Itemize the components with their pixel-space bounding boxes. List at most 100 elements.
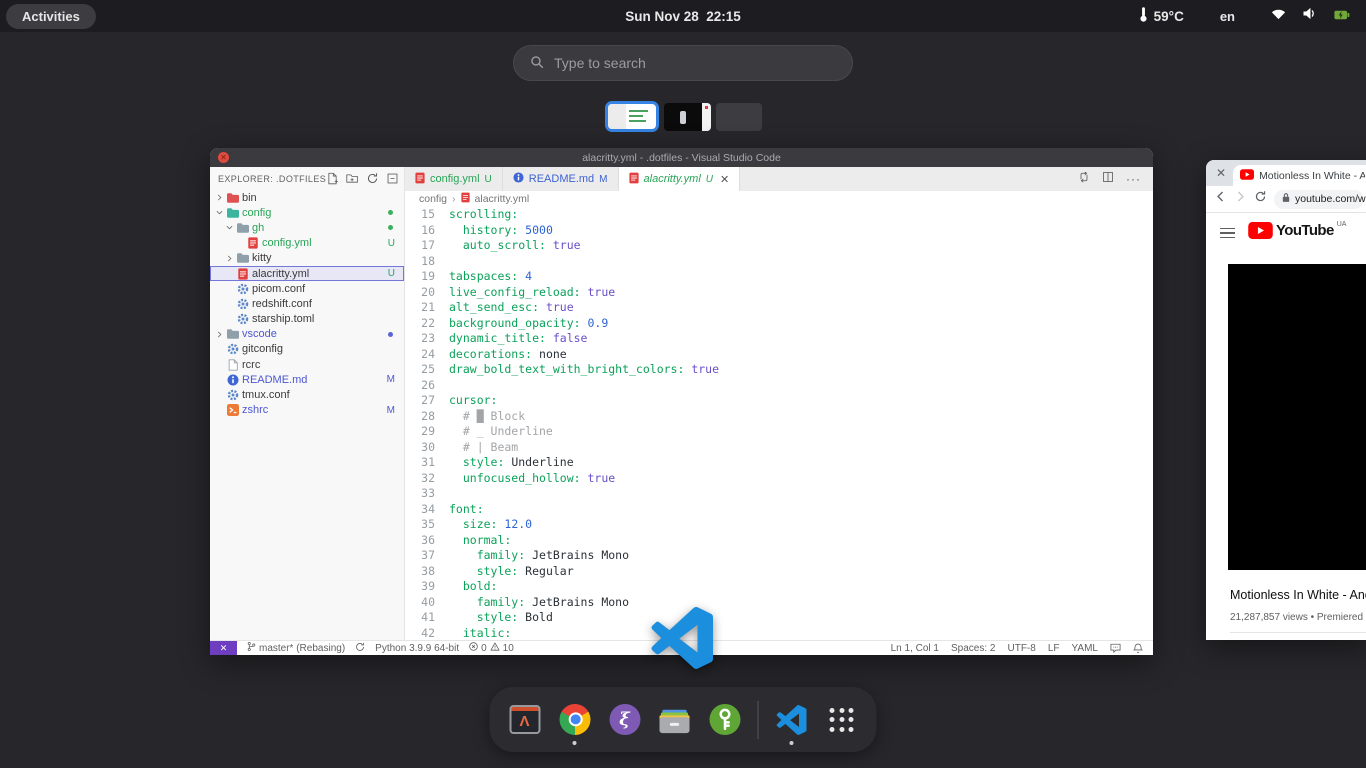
temperature-value: 59°C [1154,9,1184,24]
tree-item-gh[interactable]: gh [210,220,404,235]
code-line: 37 family: JetBrains Mono [405,548,1153,564]
code-line: 26 [405,378,1153,394]
dock-chrome-button[interactable] [558,697,592,743]
system-status-area[interactable] [1271,7,1350,25]
back-icon[interactable] [1214,190,1227,208]
gnome-activities-overview: Activities Sun Nov 28 22:15 59°C en Type… [0,0,1366,768]
dock-files-button[interactable] [658,697,692,743]
gear-icon [235,313,250,325]
collapse-folders-icon[interactable] [386,172,399,185]
tree-item-README.md[interactable]: README.mdM [210,372,404,387]
remote-indicator[interactable]: ✕ [210,641,237,655]
tree-item-config[interactable]: config [210,205,404,220]
new-file-icon[interactable] [326,172,339,185]
code-line: 17 auto_scroll: true [405,238,1153,254]
tab-config-yml[interactable]: config.yml U [405,167,503,191]
folder-red-icon [225,192,240,204]
encoding-setting[interactable]: UTF-8 [1007,643,1035,654]
yaml-icon [245,237,260,249]
reload-icon[interactable] [1254,190,1267,208]
volume-icon [1302,7,1318,25]
code-line: 15scrolling: [405,207,1153,223]
workspace-mini-sidebar [608,104,626,129]
youtube-logo[interactable]: YouTube UA [1248,222,1346,244]
dock-keepass-button[interactable] [708,697,742,743]
feedback-icon[interactable] [1110,643,1121,653]
tree-item-alacritty.yml[interactable]: alacritty.ymlU [210,266,404,281]
tree-item-rcrc[interactable]: rcrc [210,357,404,372]
hamburger-menu-icon[interactable] [1220,228,1235,239]
tree-item-kitty[interactable]: kitty [210,251,404,266]
search-input[interactable]: Type to search [513,45,853,81]
python-interpreter[interactable]: Python 3.9.9 64-bit [375,643,459,654]
cursor-position[interactable]: Ln 1, Col 1 [891,643,939,654]
branch-icon [247,641,256,655]
code-line: 34font: [405,502,1153,518]
editor-more-actions-icon[interactable]: ··· [1126,172,1141,186]
tree-item-tmux.conf[interactable]: tmux.conf [210,387,404,402]
video-player[interactable] [1228,264,1366,570]
git-status-badge: M [387,405,395,416]
notifications-bell-icon[interactable] [1133,643,1143,654]
dock-separator [758,701,759,739]
tree-item-zshrc[interactable]: zshrcM [210,403,404,418]
alacritty-icon: Λ [509,705,540,734]
dock-emacs-button[interactable]: ξ [608,697,642,743]
git-branch-status[interactable]: master* (Rebasing) [247,641,345,655]
indentation-setting[interactable]: Spaces: 2 [951,643,995,654]
yaml-file-icon [415,172,425,187]
terminal-icon [225,404,240,416]
search-placeholder: Type to search [554,55,646,71]
code-editor[interactable]: 15scrolling:16 history: 500017 auto_scro… [405,207,1153,640]
clock[interactable]: Sun Nov 28 22:15 [625,9,741,24]
chrome-tab-strip: ✕ Motionless In White - A [1206,160,1366,186]
vscode-logo-drag-overlay[interactable] [651,607,713,669]
sync-status[interactable] [355,642,365,655]
eol-setting[interactable]: LF [1048,643,1060,654]
tree-item-redshift.conf[interactable]: redshift.conf [210,296,404,311]
workspace-thumbnail-empty[interactable] [716,103,762,131]
address-bar[interactable]: youtube.com/wa [1274,190,1364,209]
chrome-toolbar: youtube.com/wa [1206,186,1366,213]
split-editor-icon[interactable] [1102,170,1114,188]
new-folder-icon[interactable] [346,172,359,185]
code-line: 27cursor: [405,393,1153,409]
code-line: 41 style: Bold [405,610,1153,626]
language-mode[interactable]: YAML [1072,643,1099,654]
dock-vscode-button[interactable] [775,697,809,743]
breadcrumb-folder[interactable]: config [419,193,447,205]
dock-app-grid-button[interactable] [825,697,859,743]
forward-icon[interactable] [1234,190,1247,208]
workspace-thumbnail-browser[interactable] [664,103,711,131]
dock-alacritty-button[interactable]: Λ [508,697,542,743]
yaml-file-icon [461,192,470,206]
workspace-thumbnail-vscode[interactable] [605,101,659,132]
tab-readme-md[interactable]: README.md M [503,167,619,191]
tree-item-bin[interactable]: bin [210,190,404,205]
keyboard-layout-indicator[interactable]: en [1220,9,1235,24]
breadcrumb-file[interactable]: alacritty.yml [475,193,530,205]
tree-item-config.yml[interactable]: config.ymlU [210,236,404,251]
tree-item-gitconfig[interactable]: gitconfig [210,342,404,357]
vscode-titlebar[interactable]: ✕ alacritty.yml - .dotfiles - Visual Stu… [210,148,1153,167]
video-title: Motionless In White - Anot [1230,588,1366,602]
open-changes-icon[interactable] [1078,170,1090,188]
tab-alacritty-yml[interactable]: alacritty.yml U ✕ [619,167,741,191]
chrome-active-tab[interactable]: Motionless In White - A [1233,165,1366,186]
code-line: 28 # █ Block [405,409,1153,425]
tree-item-starship.toml[interactable]: starship.toml [210,312,404,327]
code-line: 19tabspaces: 4 [405,269,1153,285]
problems-status[interactable]: 0 10 [469,642,514,654]
code-line: 36 normal: [405,533,1153,549]
code-line: 30 # | Beam [405,440,1153,456]
tab-close-icon[interactable]: ✕ [720,173,729,186]
activities-button[interactable]: Activities [6,4,96,29]
tree-item-vscode[interactable]: vscode [210,327,404,342]
window-close-button[interactable]: ✕ [218,152,229,163]
breadcrumb[interactable]: config › alacritty.yml [405,191,1153,207]
youtube-region-badge: UA [1337,221,1347,228]
code-line: 31 style: Underline [405,455,1153,471]
refresh-icon[interactable] [366,172,379,185]
tree-item-picom.conf[interactable]: picom.conf [210,281,404,296]
background-tab-close-icon[interactable]: ✕ [1216,166,1226,180]
